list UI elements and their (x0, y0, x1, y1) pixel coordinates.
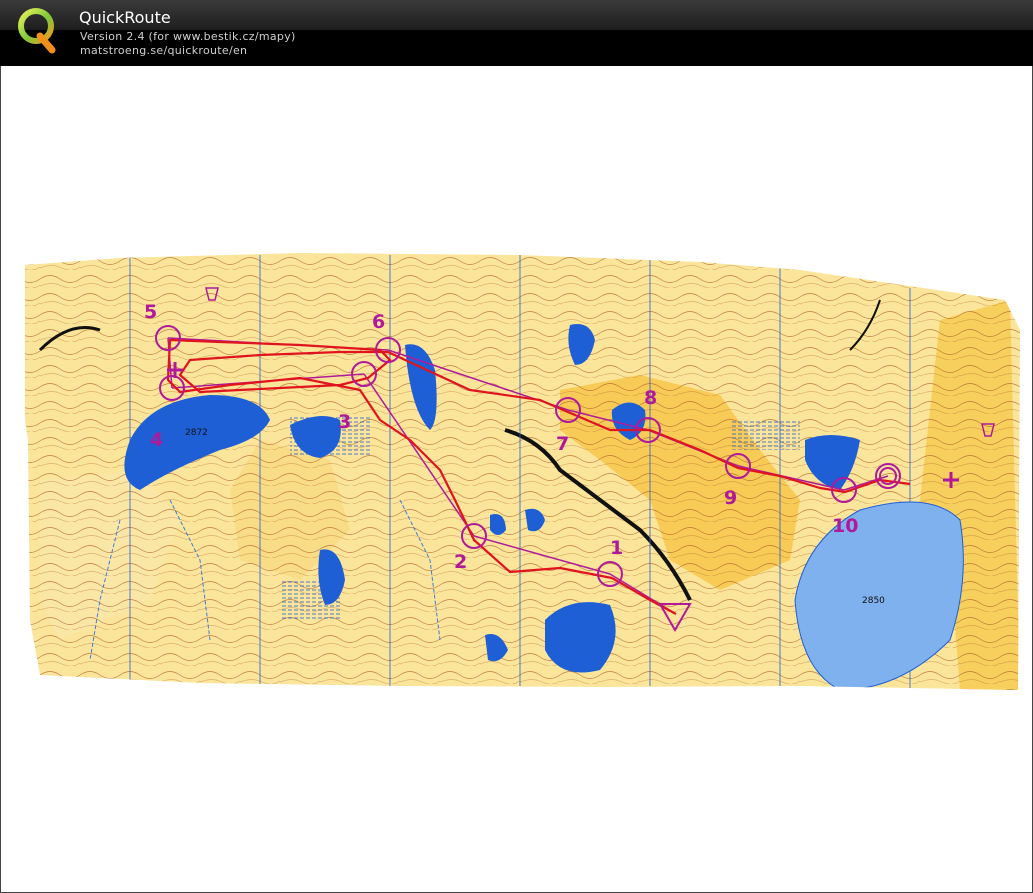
control-number-5: 5 (144, 301, 157, 323)
control-number-1: 1 (610, 537, 623, 559)
control-number-3: 3 (338, 411, 351, 433)
control-number-9: 9 (724, 487, 737, 509)
control-number-4: 4 (150, 429, 163, 451)
map-terrain (25, 253, 1020, 690)
orienteering-map[interactable]: 2872 2850 1 2 3 4 5 6 7 8 9 10 (0, 0, 1033, 893)
control-number-8: 8 (644, 387, 657, 409)
lake-label-2872: 2872 (185, 428, 208, 438)
control-number-7: 7 (556, 433, 569, 455)
lake-label-2850: 2850 (862, 596, 885, 606)
control-number-2: 2 (454, 551, 467, 573)
control-number-6: 6 (372, 311, 385, 333)
control-number-10: 10 (832, 515, 858, 537)
